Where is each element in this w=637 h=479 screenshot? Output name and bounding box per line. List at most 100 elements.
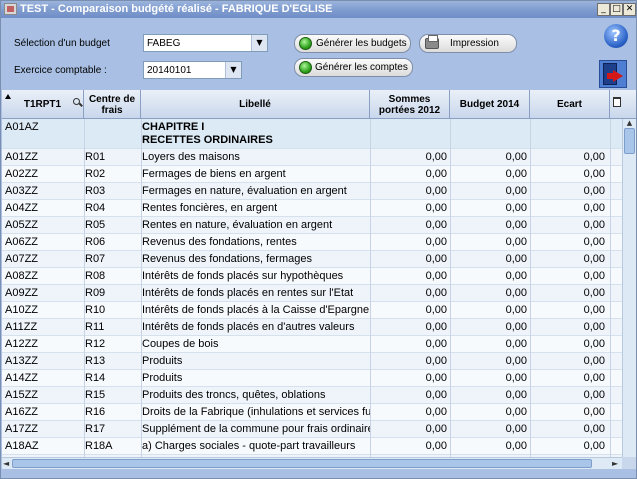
title-bar[interactable]: TEST - Comparaison budgété réalisé - FAB… — [1, 1, 636, 18]
table-row[interactable]: A07ZZ R07 Revenus des fondations, fermages… — [2, 251, 622, 268]
cell-cost-center — [85, 119, 139, 148]
window-title: TEST - Comparaison budgété réalisé - FAB… — [20, 3, 333, 15]
table-row[interactable]: A10ZZ R10 Intérêts de fonds placés à la Ca… — [2, 302, 622, 319]
table-row[interactable]: A11ZZ R11 Intérêts de fonds placés en d'au… — [2, 319, 622, 336]
cell-cost-center: R06 — [85, 236, 106, 248]
generate-accounts-label: Générer les comptes — [315, 62, 408, 73]
minimize-button[interactable]: _ — [597, 3, 610, 16]
cell-code: A02ZZ — [5, 168, 39, 180]
cell-label: CHAPITRE I RECETTES ORDINAIRES — [142, 119, 370, 148]
cell-code: A01ZZ — [5, 151, 39, 163]
cell-amount-2012: 0,00 — [425, 423, 447, 435]
column-header-difference[interactable]: Ecart — [530, 90, 610, 119]
cell-amount-2012: 0,00 — [425, 168, 447, 180]
table-row[interactable]: A13ZZ R13 Produits 0,00 0,00 0,00 — [2, 353, 622, 370]
horizontal-scrollbar[interactable]: ◄ ► — [2, 457, 622, 469]
vertical-scroll-thumb[interactable] — [624, 128, 635, 154]
print-button[interactable]: Impression — [419, 34, 517, 53]
chevron-down-icon[interactable]: ▼ — [225, 62, 241, 78]
cell-cost-center: R03 — [85, 185, 106, 197]
cell-difference: 0,00 — [583, 151, 605, 163]
column-header-code[interactable]: T1RPT1 — [2, 90, 84, 119]
cell-budget-2014: 0,00 — [505, 236, 527, 248]
cell-label: Droits de la Fabrique (inhulations et se… — [142, 406, 370, 418]
cell-label: a) Charges sociales - quote-part travail… — [142, 440, 356, 452]
maximize-button[interactable]: □ — [610, 3, 623, 16]
column-divider — [610, 119, 611, 469]
cell-amount-2012: 0,00 — [425, 372, 447, 384]
horizontal-scroll-thumb[interactable] — [12, 459, 592, 468]
cell-code: A09ZZ — [5, 287, 39, 299]
exercise-value: 20140101 — [147, 65, 192, 76]
cell-difference: 0,00 — [583, 202, 605, 214]
cell-cost-center: R07 — [85, 253, 106, 265]
exercise-select[interactable]: 20140101 ▼ — [143, 61, 242, 79]
table-row[interactable]: A18AZ R18A a) Charges sociales - quote-par… — [2, 438, 622, 455]
table-row[interactable]: A15ZZ R15 Produits des troncs, quêtes, obl… — [2, 387, 622, 404]
cell-budget-2014: 0,00 — [505, 270, 527, 282]
cell-label: Rentes en nature, évaluation en argent — [142, 219, 333, 231]
trash-icon[interactable] — [613, 97, 621, 107]
cell-cost-center: R04 — [85, 202, 106, 214]
cell-budget-2014: 0,00 — [505, 372, 527, 384]
column-header-cost-center[interactable]: Centre de frais — [84, 90, 141, 119]
cell-code: A05ZZ — [5, 219, 39, 231]
search-icon[interactable] — [73, 98, 80, 105]
cell-code: A17ZZ — [5, 423, 39, 435]
cell-budget-2014: 0,00 — [505, 321, 527, 333]
cell-label: Fermages de biens en argent — [142, 168, 286, 180]
budget-select[interactable]: FABEG ▼ — [143, 34, 268, 52]
table-row[interactable]: A06ZZ R06 Revenus des fondations, rentes 0,… — [2, 234, 622, 251]
cell-budget-2014: 0,00 — [505, 168, 527, 180]
cell-code: A07ZZ — [5, 253, 39, 265]
column-header-budget-2014[interactable]: Budget 2014 — [450, 90, 530, 119]
close-button[interactable]: ✕ — [623, 3, 636, 16]
cell-cost-center: R02 — [85, 168, 106, 180]
exit-door-icon[interactable] — [599, 60, 627, 88]
scroll-right-icon[interactable]: ► — [612, 458, 618, 469]
scroll-left-icon[interactable]: ◄ — [3, 458, 9, 469]
cell-code: A10ZZ — [5, 304, 39, 316]
cell-amount-2012: 0,00 — [425, 389, 447, 401]
table-row[interactable]: A14ZZ R14 Produits 0,00 0,00 0,00 — [2, 370, 622, 387]
generate-budgets-button[interactable]: Générer les budgets — [294, 34, 411, 53]
cell-code: A08ZZ — [5, 270, 39, 282]
cell-amount-2012: 0,00 — [425, 202, 447, 214]
cell-amount-2012: 0,00 — [425, 253, 447, 265]
column-header-actions[interactable] — [610, 90, 636, 119]
cell-label: Produits — [142, 355, 183, 367]
table-row[interactable]: A03ZZ R03 Fermages en nature, évaluation e… — [2, 183, 622, 200]
status-bar — [2, 469, 636, 478]
cell-difference: 0,00 — [583, 304, 605, 316]
cell-cost-center: R12 — [85, 338, 106, 350]
cell-cost-center: R01 — [85, 151, 106, 163]
table-row[interactable]: A05ZZ R05 Rentes en nature, évaluation en … — [2, 217, 622, 234]
help-icon[interactable]: ? — [604, 24, 628, 48]
cell-difference: 0,00 — [583, 338, 605, 350]
cell-label: Supplément de la commune pour frais ordi… — [142, 423, 370, 435]
cell-budget-2014: 0,00 — [505, 185, 527, 197]
cell-code: A04ZZ — [5, 202, 39, 214]
table-row[interactable]: A08ZZ R08 Intérêts de fonds placés sur hyp… — [2, 268, 622, 285]
table-row[interactable]: A09ZZ R09 Intérêts de fonds placés en rent… — [2, 285, 622, 302]
table-row[interactable]: A01AZ CHAPITRE I RECETTES ORDINAIRES — [2, 119, 622, 149]
chapter-title: CHAPITRE I — [142, 121, 205, 133]
column-divider — [450, 119, 451, 469]
column-header-amounts-2012[interactable]: Sommes portées 2012 — [370, 90, 450, 119]
cell-budget-2014: 0,00 — [505, 338, 527, 350]
table-row[interactable]: A04ZZ R04 Rentes foncières, en argent 0,00 0… — [2, 200, 622, 217]
table-row[interactable]: A17ZZ R17 Supplément de la commune pour fr… — [2, 421, 622, 438]
table-row[interactable]: A01ZZ R01 Loyers des maisons 0,00 0,00 0,00 — [2, 149, 622, 166]
exit-arrow-icon — [607, 70, 623, 82]
table-row[interactable]: A16ZZ R16 Droits de la Fabrique (inhulatio… — [2, 404, 622, 421]
table-row[interactable]: A12ZZ R12 Coupes de bois 0,00 0,00 0,00 — [2, 336, 622, 353]
generate-accounts-button[interactable]: Générer les comptes — [294, 58, 413, 77]
scroll-up-icon[interactable]: ▲ — [623, 119, 636, 127]
cell-code: A06ZZ — [5, 236, 39, 248]
table-row[interactable]: A02ZZ R02 Fermages de biens en argent 0,00 0… — [2, 166, 622, 183]
cell-code: A15ZZ — [5, 389, 39, 401]
vertical-scrollbar[interactable]: ▲ — [622, 119, 636, 457]
cell-label: Revenus des fondations, fermages — [142, 253, 312, 265]
chevron-down-icon[interactable]: ▼ — [251, 35, 267, 51]
column-header-label[interactable]: Libellé — [141, 90, 370, 119]
